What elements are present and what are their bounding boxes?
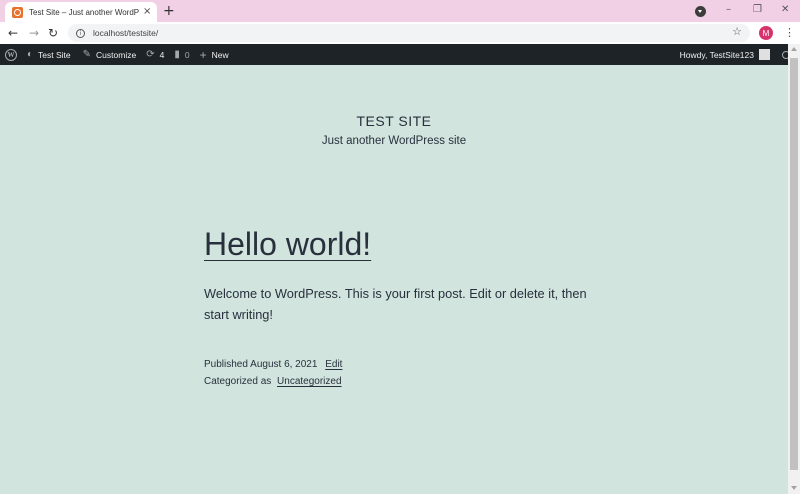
updates-icon: ⟳ xyxy=(146,48,155,60)
paintbrush-icon: ✎ xyxy=(82,48,92,60)
browser-toolbar: ← → ↻ i localhost/testsite/ ☆ M ⋮ xyxy=(0,22,800,44)
comment-icon: ▮ xyxy=(174,48,180,60)
minimize-button[interactable]: – xyxy=(726,3,731,17)
close-window-button[interactable]: ✕ xyxy=(781,3,789,17)
profile-avatar[interactable]: M xyxy=(759,26,773,40)
browser-menu-icon[interactable]: ⋮ xyxy=(784,25,795,41)
updates-count: 4 xyxy=(159,49,165,60)
browser-tab-strip: Test Site – Just another WordPress site … xyxy=(0,0,800,22)
new-tab-button[interactable]: + xyxy=(163,3,175,19)
category-link[interactable]: Uncategorized xyxy=(277,376,341,387)
post-content: Welcome to WordPress. This is your first… xyxy=(204,286,587,322)
site-description: Just another WordPress site xyxy=(321,135,467,147)
categorized-prefix: Categorized as xyxy=(204,376,272,387)
tab-title: Test Site – Just another WordPress site xyxy=(29,7,139,17)
customize-label: Customize xyxy=(96,49,137,60)
restore-button[interactable]: ❐ xyxy=(753,3,762,17)
wordpress-logo-icon: W xyxy=(5,48,17,61)
reload-icon[interactable]: ↻ xyxy=(48,25,58,41)
scroll-up-icon[interactable] xyxy=(791,47,797,51)
my-account-menu[interactable]: Howdy, TestSite123 xyxy=(680,44,782,65)
wp-logo-menu[interactable]: W xyxy=(5,44,17,65)
published-prefix: Published xyxy=(204,359,248,370)
scroll-thumb[interactable] xyxy=(790,58,798,470)
page-scrollbar[interactable] xyxy=(788,44,800,494)
bookmark-star-icon[interactable]: ☆ xyxy=(732,25,742,38)
updates-link[interactable]: ⟳ 4 xyxy=(146,44,164,65)
site-title[interactable]: TEST SITE xyxy=(0,113,788,129)
forward-arrow-icon[interactable]: → xyxy=(29,25,39,41)
site-name-menu[interactable]: ◐ Test Site xyxy=(27,44,71,65)
dashboard-icon: ◐ xyxy=(27,48,34,60)
comments-count: 0 xyxy=(184,49,190,60)
howdy-greeting: Howdy, TestSite123 xyxy=(679,49,754,60)
published-date: August 6, 2021 xyxy=(250,359,318,370)
tab-close-icon[interactable]: × xyxy=(143,7,151,17)
scroll-down-icon[interactable] xyxy=(791,486,797,490)
admin-bar-secondary: Howdy, TestSite123 xyxy=(680,44,800,65)
tab-search-icon[interactable] xyxy=(695,6,706,17)
new-label: New xyxy=(211,49,229,60)
browser-tab[interactable]: Test Site – Just another WordPress site … xyxy=(5,2,157,22)
back-arrow-icon[interactable]: ← xyxy=(8,25,18,41)
wp-admin-bar: W ◐ Test Site ✎ Customize ⟳ 4 ▮ 0 + New … xyxy=(0,44,800,65)
comments-link[interactable]: ▮ 0 xyxy=(174,44,189,65)
edit-post-link[interactable]: Edit xyxy=(325,359,342,370)
site-info-icon[interactable]: i xyxy=(76,28,85,38)
customize-link[interactable]: ✎ Customize xyxy=(83,44,137,65)
site-name-label: Test Site xyxy=(38,49,71,60)
new-content-menu[interactable]: + New xyxy=(200,44,229,65)
url-text[interactable]: localhost/testsite/ xyxy=(93,28,158,38)
post-title-link[interactable]: Hello world! xyxy=(204,226,371,263)
site-favicon-icon xyxy=(12,6,23,18)
post-published-meta: Published August 6, 2021 Edit xyxy=(204,359,342,370)
user-avatar xyxy=(759,49,770,60)
post-category-meta: Categorized as Uncategorized xyxy=(204,376,342,387)
plus-icon: + xyxy=(199,47,207,62)
address-bar[interactable]: i localhost/testsite/ ☆ xyxy=(68,24,750,42)
